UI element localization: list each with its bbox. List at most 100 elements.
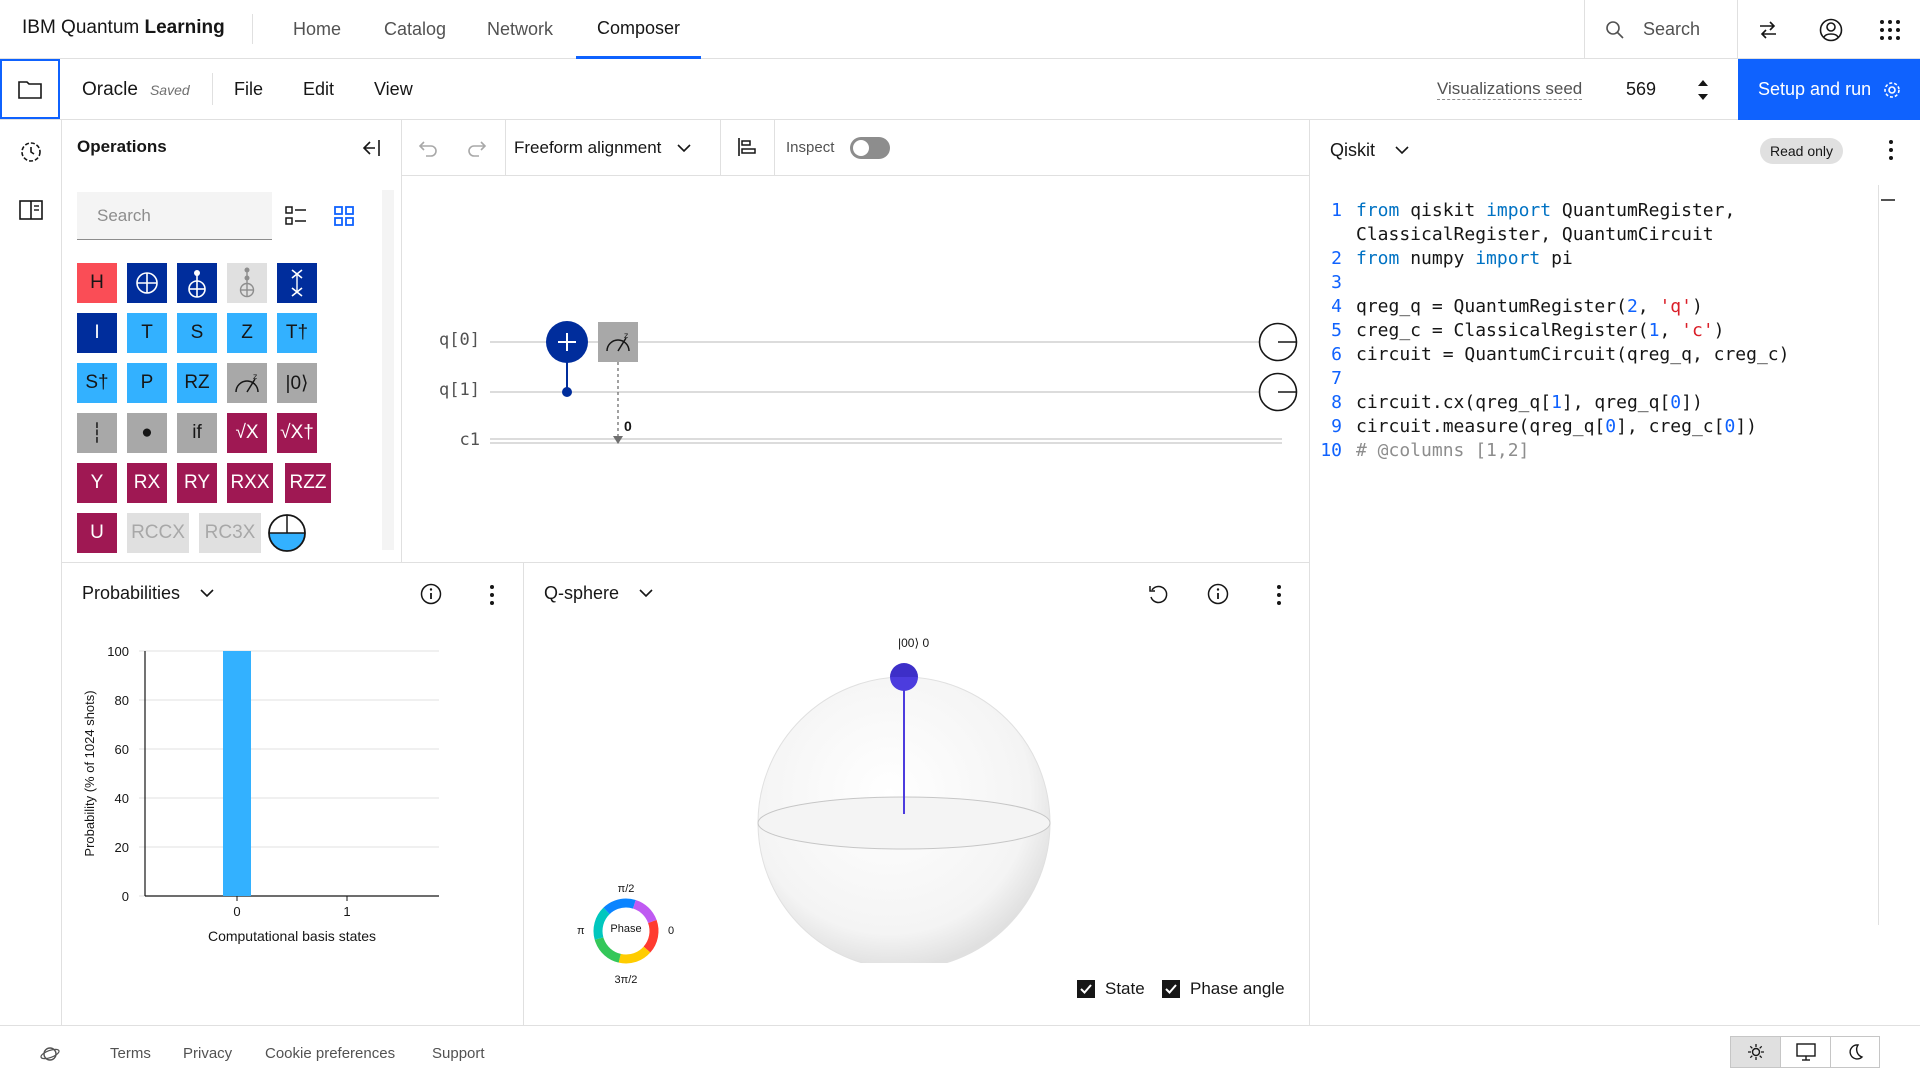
align-left-icon[interactable] — [736, 136, 758, 158]
seed-value[interactable]: 569 — [1626, 79, 1656, 100]
nav-composer[interactable]: Composer — [576, 0, 701, 59]
code-text: circuit = QuantumCircuit(qreg_q, creg_c) — [1356, 344, 1790, 365]
gate-u[interactable]: U — [77, 513, 117, 553]
gate-sx[interactable]: √X — [227, 413, 267, 453]
qsphere-visual[interactable] — [744, 623, 1064, 963]
gate-rzz[interactable]: RZZ — [285, 463, 331, 503]
undo-icon[interactable] — [417, 136, 439, 158]
app-switcher-icon[interactable] — [1879, 19, 1901, 41]
overflow-menu-icon[interactable] — [489, 583, 495, 607]
code-line[interactable]: 7 — [1310, 368, 1356, 392]
line-number: 7 — [1331, 368, 1342, 389]
file-name[interactable]: Oracle — [82, 79, 138, 101]
gate-sdg[interactable]: S† — [77, 363, 117, 403]
docs-icon[interactable] — [19, 200, 43, 220]
reset-view-icon[interactable] — [1147, 583, 1169, 605]
measure-gate[interactable]: z — [598, 322, 638, 362]
seed-stepper-icon[interactable] — [1696, 77, 1710, 103]
gate-rxx[interactable]: RXX — [227, 463, 273, 503]
code-line[interactable]: 4 qreg_q = QuantumRegister(2, 'q') — [1310, 296, 1703, 320]
alignment-dropdown[interactable]: Freeform alignment — [514, 120, 691, 176]
grid-view-icon[interactable] — [332, 204, 356, 228]
gate-swap[interactable] — [277, 263, 317, 303]
search-button[interactable]: Search — [1584, 0, 1738, 59]
gate-reset[interactable]: |0⟩ — [277, 363, 317, 403]
overflow-menu-icon[interactable] — [1888, 138, 1894, 162]
gate-ry[interactable]: RY — [177, 463, 217, 503]
light-theme-button[interactable] — [1731, 1037, 1781, 1067]
brand-logo[interactable]: IBM Quantum Learning — [22, 17, 225, 39]
gate-sxdg[interactable]: √X† — [277, 413, 317, 453]
dark-theme-button[interactable] — [1829, 1037, 1879, 1067]
gate-p[interactable]: P — [127, 363, 167, 403]
gate-control[interactable]: ● — [127, 413, 167, 453]
footer-cookie-link[interactable]: Cookie preferences — [265, 1026, 395, 1081]
gate-i[interactable]: I — [77, 313, 117, 353]
collapse-panel-icon[interactable] — [360, 137, 382, 159]
gate-barrier[interactable]: ┆ — [77, 413, 117, 453]
qsphere-title: Q-sphere — [544, 582, 620, 603]
probability-display-q1[interactable] — [1258, 372, 1298, 412]
switch-icon[interactable] — [1756, 18, 1780, 42]
visualizations-seed-label[interactable]: Visualizations seed — [1437, 79, 1583, 100]
operations-search-input[interactable]: Search — [77, 192, 272, 240]
line-number: 8 — [1331, 392, 1342, 413]
gate-t[interactable]: T — [127, 313, 167, 353]
code-line[interactable]: 2 from numpy import pi — [1310, 248, 1573, 272]
menu-edit[interactable]: Edit — [303, 59, 334, 120]
code-editor[interactable]: 1 from qiskit import QuantumRegister, Clas… — [1310, 200, 1870, 600]
code-line[interactable]: 6 circuit = QuantumCircuit(qreg_q, creg_c… — [1310, 344, 1789, 368]
gate-rc3x: RC3X — [199, 513, 261, 553]
system-theme-button[interactable] — [1780, 1037, 1829, 1067]
overflow-menu-icon[interactable] — [1276, 583, 1282, 607]
info-icon[interactable] — [420, 583, 442, 605]
phase-angle-checkbox[interactable]: Phase angle — [1162, 979, 1285, 999]
code-line[interactable]: 9 circuit.measure(qreg_q[0], creg_c[0]) — [1310, 416, 1757, 440]
redo-icon[interactable] — [466, 136, 488, 158]
gate-if[interactable]: if — [177, 413, 217, 453]
code-line[interactable]: 1 from qiskit import QuantumRegister, — [1310, 200, 1735, 224]
gate-y[interactable]: Y — [77, 463, 117, 503]
state-checkbox[interactable]: State — [1077, 979, 1145, 999]
gate-rx[interactable]: RX — [127, 463, 167, 503]
footer-support-link[interactable]: Support — [432, 1026, 485, 1081]
list-view-icon[interactable] — [284, 204, 308, 228]
code-line[interactable]: ClassicalRegister, QuantumCircuit — [1310, 224, 1714, 248]
code-line[interactable]: 5 creg_c = ClassicalRegister(1, 'c') — [1310, 320, 1724, 344]
menu-file[interactable]: File — [234, 59, 263, 120]
gate-probability-display[interactable] — [267, 513, 307, 553]
code-line[interactable]: 10 # @columns [1,2] — [1310, 440, 1529, 464]
footer-terms-link[interactable]: Terms — [110, 1026, 151, 1081]
setup-and-run-button[interactable]: Setup and run — [1738, 59, 1920, 120]
nav-home[interactable]: Home — [293, 0, 341, 59]
footer-privacy-link[interactable]: Privacy — [183, 1026, 232, 1081]
info-icon[interactable] — [1207, 583, 1229, 605]
nav-network[interactable]: Network — [487, 0, 553, 59]
gate-measure[interactable]: z — [227, 363, 267, 403]
gate-toffoli[interactable] — [227, 263, 267, 303]
menu-view[interactable]: View — [374, 59, 413, 120]
gate-s[interactable]: S — [177, 313, 217, 353]
state-label: |00⟩ 0 — [898, 636, 930, 650]
nav-catalog[interactable]: Catalog — [384, 0, 446, 59]
circuit-canvas[interactable]: q[0] q[1] c1 z 0 — [402, 176, 1310, 562]
probability-display-q0[interactable] — [1258, 322, 1298, 362]
code-scrollbar[interactable] — [1878, 185, 1895, 925]
files-button[interactable] — [0, 59, 60, 119]
gate-rz[interactable]: RZ — [177, 363, 217, 403]
code-line[interactable]: 3 — [1310, 272, 1356, 296]
gate-cnot[interactable] — [177, 263, 217, 303]
operations-scrollbar[interactable] — [382, 190, 394, 550]
user-avatar-icon[interactable] — [1818, 17, 1844, 43]
inspect-toggle[interactable] — [850, 137, 890, 159]
probabilities-dropdown[interactable]: Probabilities — [82, 563, 214, 623]
gate-tdg[interactable]: T† — [277, 313, 317, 353]
code-line[interactable]: 8 circuit.cx(qreg_q[1], qreg_q[0]) — [1310, 392, 1703, 416]
language-dropdown[interactable]: Qiskit — [1330, 120, 1409, 180]
gate-z[interactable]: Z — [227, 313, 267, 353]
history-icon[interactable] — [19, 140, 43, 164]
cnot-target[interactable] — [546, 321, 588, 363]
qsphere-dropdown[interactable]: Q-sphere — [544, 563, 653, 623]
gate-not[interactable] — [127, 263, 167, 303]
gate-h[interactable]: H — [77, 263, 117, 303]
